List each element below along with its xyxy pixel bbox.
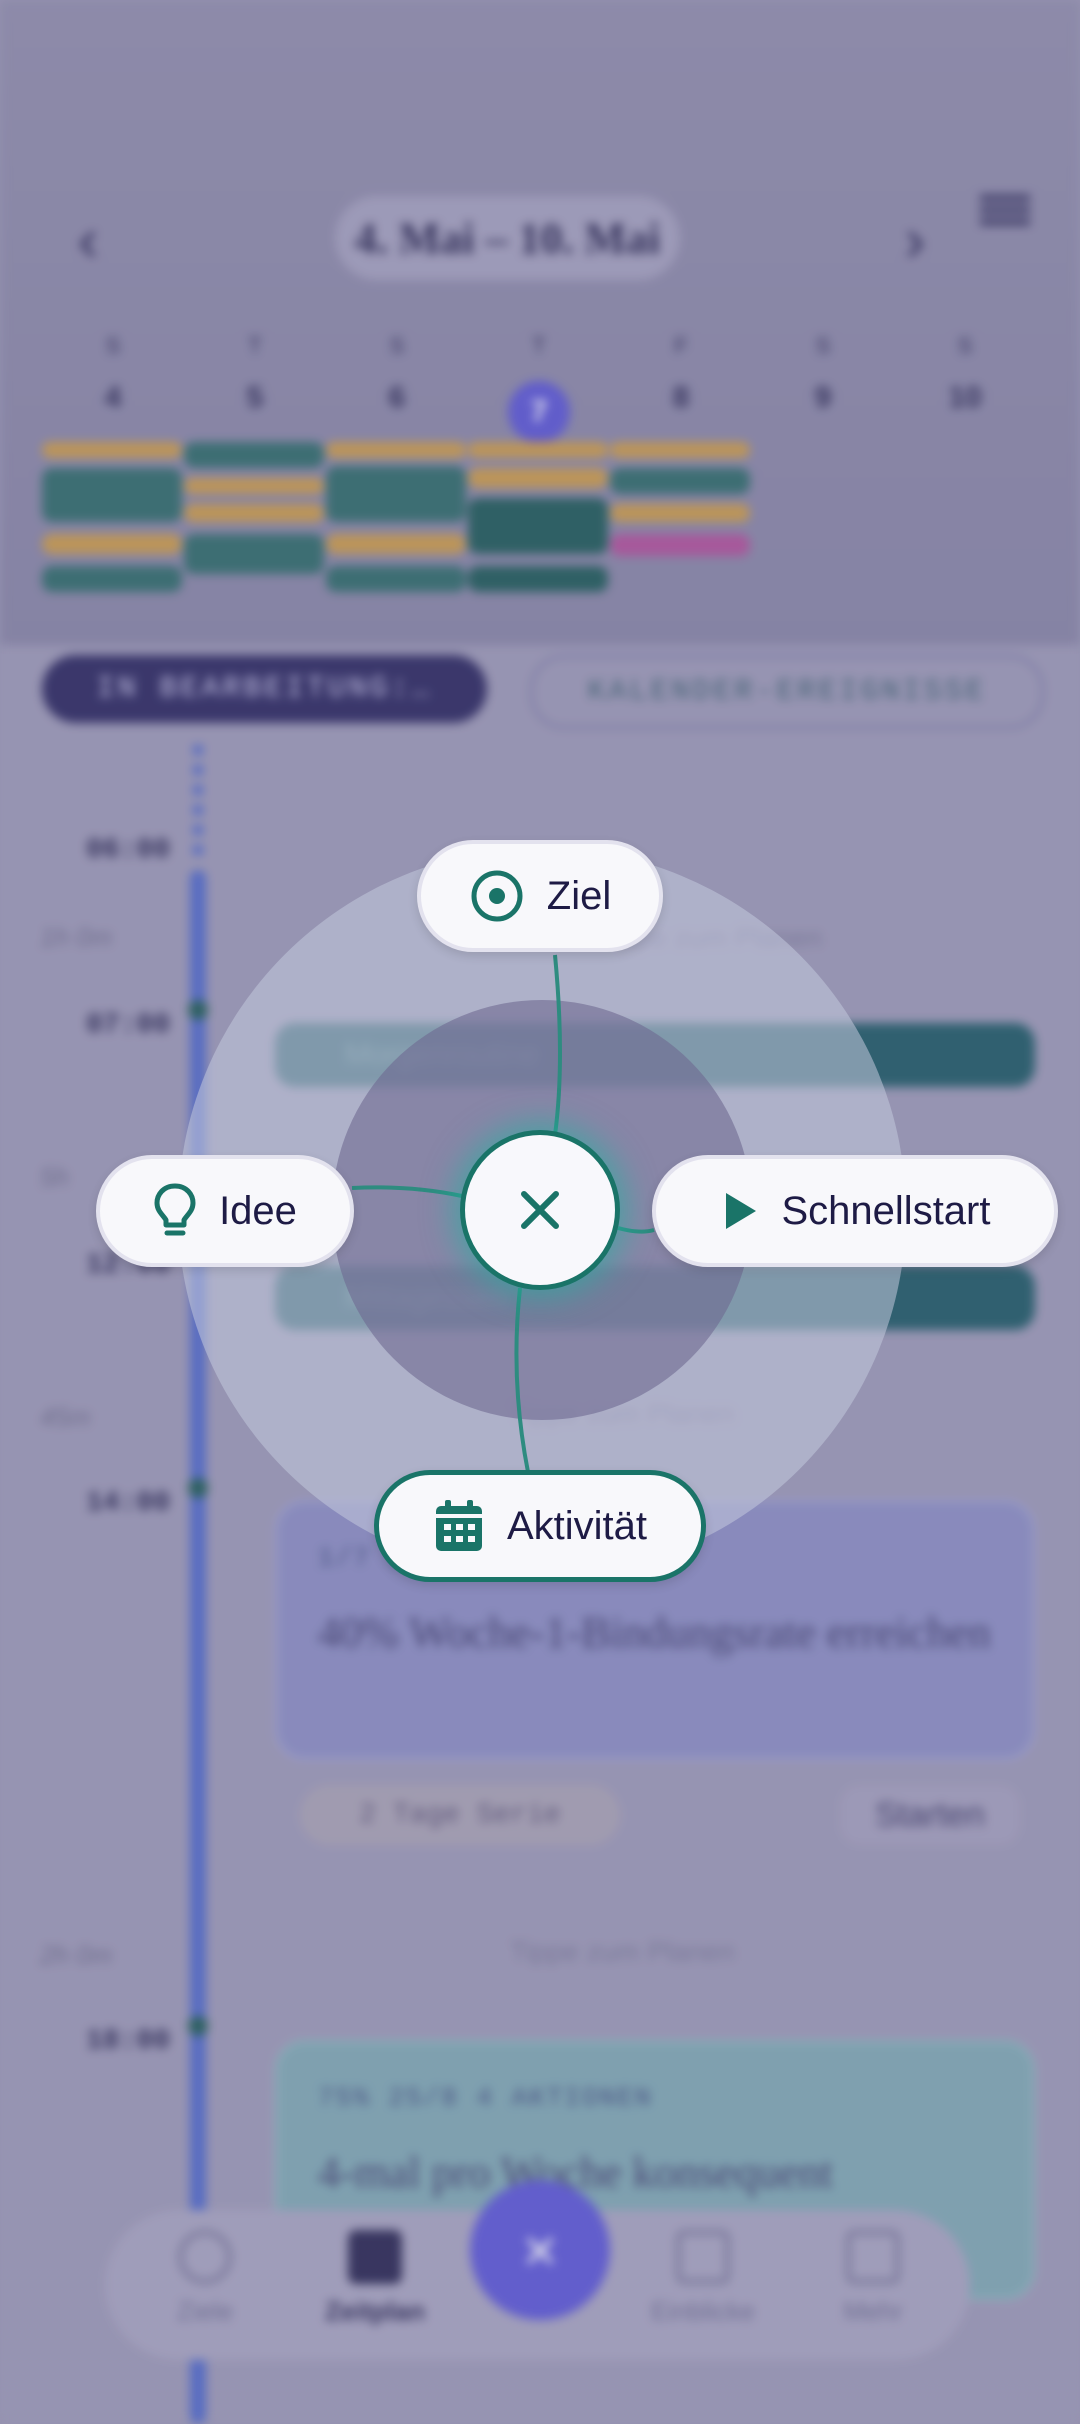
close-icon — [521, 1191, 559, 1229]
goal-option-button[interactable]: Ziel — [417, 840, 663, 952]
play-icon — [725, 1193, 756, 1229]
activity-option-label: Aktivität — [506, 1503, 648, 1548]
calendar-icon — [435, 1500, 482, 1551]
close-menu-button[interactable] — [460, 1130, 620, 1290]
quickstart-option-button[interactable]: Schnellstart — [652, 1155, 1058, 1267]
idea-option-label: Idee — [219, 1188, 297, 1233]
quickstart-option-label: Schnellstart — [781, 1188, 991, 1233]
idea-option-button[interactable]: Idee — [96, 1155, 354, 1267]
lightbulb-icon — [154, 1183, 196, 1236]
goal-option-label: Ziel — [546, 873, 612, 918]
target-icon — [471, 870, 523, 922]
activity-option-button[interactable]: Aktivität — [374, 1470, 706, 1582]
